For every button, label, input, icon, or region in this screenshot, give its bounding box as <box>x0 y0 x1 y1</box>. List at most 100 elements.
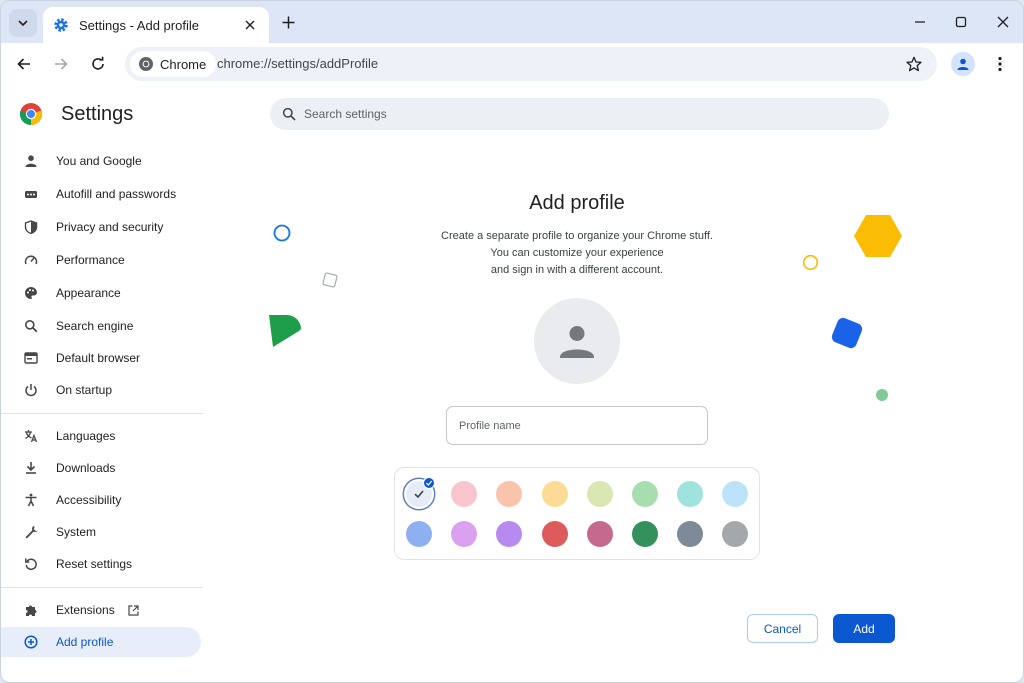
sidebar-divider <box>1 587 203 588</box>
sidebar-item-performance[interactable]: Performance <box>1 245 201 275</box>
sidebar-item-autofill[interactable]: Autofill and passwords <box>1 179 201 209</box>
profile-avatar-placeholder <box>534 298 620 384</box>
decorative-shape-green <box>265 311 305 354</box>
more-vert-icon <box>998 56 1002 72</box>
decorative-dot-green <box>875 388 889 405</box>
sidebar-item-label: Default browser <box>56 351 141 365</box>
color-swatch[interactable] <box>451 521 478 547</box>
page-title: Add profile <box>529 192 625 214</box>
color-swatch[interactable] <box>496 481 523 507</box>
address-bar[interactable]: Chrome chrome://settings/addProfile <box>125 47 937 81</box>
autofill-icon <box>23 186 39 202</box>
decorative-circle-outline-yellow <box>802 254 819 274</box>
sidebar-item-label: Privacy and security <box>56 220 164 234</box>
arrow-left-icon <box>16 56 32 72</box>
sidebar-item-extensions[interactable]: Extensions <box>1 595 201 625</box>
search-icon <box>282 107 296 121</box>
decorative-square-blue <box>829 315 865 354</box>
maximize-icon <box>955 16 967 28</box>
maximize-button[interactable] <box>949 11 973 33</box>
sidebar-item-label: Languages <box>56 429 116 443</box>
sidebar-item-reset-settings[interactable]: Reset settings <box>1 549 201 579</box>
accessibility-icon <box>23 492 39 508</box>
sidebar-item-add-profile[interactable]: Add profile <box>1 627 201 657</box>
plus-icon <box>282 16 295 29</box>
color-swatch[interactable] <box>451 481 478 507</box>
color-swatch[interactable] <box>632 481 658 507</box>
site-info-chip[interactable]: Chrome <box>130 51 217 77</box>
chrome-logo-icon <box>19 102 43 126</box>
search-icon <box>23 318 39 334</box>
shield-icon <box>23 219 39 235</box>
color-swatch[interactable] <box>406 521 432 547</box>
color-swatch[interactable] <box>541 521 568 547</box>
color-swatch[interactable] <box>586 481 613 507</box>
color-swatch[interactable] <box>632 521 658 547</box>
color-swatch[interactable] <box>677 481 704 507</box>
color-swatch[interactable] <box>722 521 749 547</box>
sidebar-item-you-and-google[interactable]: You and Google <box>1 146 201 176</box>
check-icon <box>414 490 424 499</box>
back-button[interactable] <box>12 52 36 76</box>
color-palette <box>394 467 760 560</box>
sidebar-item-on-startup[interactable]: On startup <box>1 375 201 405</box>
color-swatch[interactable] <box>677 521 704 547</box>
sidebar-item-system[interactable]: System <box>1 517 201 547</box>
cancel-button[interactable]: Cancel <box>747 614 818 643</box>
puzzle-icon <box>23 602 39 618</box>
settings-search-bar[interactable] <box>270 98 889 130</box>
sidebar-item-languages[interactable]: Languages <box>1 421 201 451</box>
chip-label: Chrome <box>160 56 207 72</box>
decorative-circle-outline-blue <box>273 224 291 245</box>
profile-avatar-button[interactable] <box>951 52 975 76</box>
sidebar-divider <box>1 413 203 414</box>
color-swatch[interactable] <box>541 481 568 507</box>
translate-icon <box>23 428 39 444</box>
speedometer-icon <box>23 252 39 268</box>
browser-window: Settings - Add profile Chrome chrome://s… <box>0 0 1024 683</box>
color-swatch[interactable] <box>586 521 613 547</box>
add-button[interactable]: Add <box>833 614 895 643</box>
decorative-hexagon-yellow <box>853 213 903 262</box>
profile-name-input[interactable] <box>447 407 707 444</box>
color-swatch[interactable] <box>496 521 523 547</box>
tab-search-button[interactable] <box>9 9 37 37</box>
description-line: You can customize your experience <box>490 247 664 259</box>
minimize-button[interactable] <box>908 11 932 33</box>
person-icon <box>23 153 39 169</box>
description-line: and sign in with a different account. <box>490 264 664 276</box>
forward-button[interactable] <box>49 52 73 76</box>
sidebar-item-label: Reset settings <box>56 557 133 571</box>
toolbar: Chrome chrome://settings/addProfile <box>1 43 1023 85</box>
minimize-icon <box>914 16 926 28</box>
new-tab-button[interactable] <box>277 11 299 33</box>
tab-title: Settings - Add profile <box>79 17 199 33</box>
url-text[interactable]: chrome://settings/addProfile <box>217 56 378 71</box>
sidebar-item-downloads[interactable]: Downloads <box>1 453 201 483</box>
sidebar-item-label: System <box>56 525 97 539</box>
close-icon <box>997 16 1009 28</box>
close-window-button[interactable] <box>991 11 1015 33</box>
reload-icon <box>90 56 106 72</box>
sidebar-item-default-browser[interactable]: Default browser <box>1 343 201 373</box>
sidebar-item-appearance[interactable]: Appearance <box>1 278 201 308</box>
download-icon <box>23 460 39 476</box>
reload-button[interactable] <box>86 52 110 76</box>
open-in-new-icon <box>128 604 139 616</box>
sidebar-item-accessibility[interactable]: Accessibility <box>1 485 201 515</box>
tab-strip: Settings - Add profile <box>1 1 1023 43</box>
sidebar-item-label: Appearance <box>56 286 121 300</box>
sidebar-item-search-engine[interactable]: Search engine <box>1 311 201 341</box>
tab-settings-add-profile[interactable]: Settings - Add profile <box>43 7 269 43</box>
more-menu-button[interactable] <box>990 52 1010 76</box>
search-input[interactable] <box>304 107 844 121</box>
profile-name-field[interactable] <box>446 406 708 445</box>
arrow-right-icon <box>53 56 69 72</box>
tab-close-icon[interactable] <box>241 16 259 34</box>
color-swatch[interactable] <box>722 481 749 507</box>
sidebar-item-privacy[interactable]: Privacy and security <box>1 212 201 242</box>
bookmark-star-icon[interactable] <box>905 55 923 73</box>
sidebar-item-label: Add profile <box>56 635 114 649</box>
settings-title: Settings <box>61 102 134 125</box>
sidebar-item-label: Extensions <box>56 603 115 617</box>
